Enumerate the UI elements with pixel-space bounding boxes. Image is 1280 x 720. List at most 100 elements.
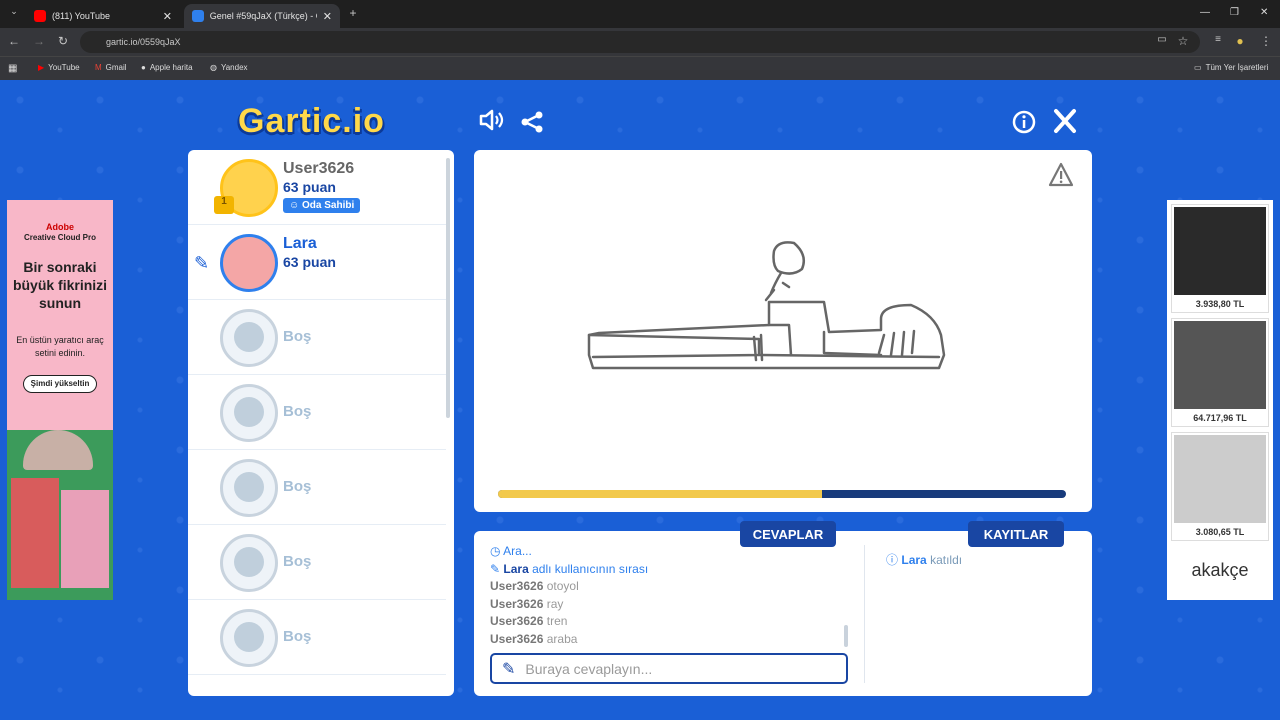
message-text: ray: [546, 596, 564, 611]
address-bar-row: ← → ↻ gartic.io/0559qJaX ▭ ☆ ≡ ● ⋮: [0, 28, 1280, 56]
message-user: User3626: [490, 631, 544, 646]
empty-label: Boş: [283, 478, 312, 495]
answer-message: User3626 otoyol: [490, 578, 848, 596]
bookmark-youtube[interactable]: ▶ YouTube: [38, 63, 80, 72]
sound-icon[interactable]: [478, 108, 504, 138]
minimize-icon[interactable]: —: [1200, 7, 1210, 18]
answer-message: ✎ Lara adlı kullanıcının sırası: [490, 561, 649, 576]
ad-product-card[interactable]: 64.717,96 TL: [1171, 318, 1269, 427]
tab-strip: ⌄ (811) YouTube ✕ Genel #59qJaX (Türkçe)…: [0, 0, 1280, 28]
tab-search-icon[interactable]: ⌄: [6, 6, 22, 17]
empty-label: Boş: [283, 553, 312, 570]
game-area: Gartic.io Adobe Creative Cloud Pro Bir s…: [0, 80, 1280, 720]
bookmark-apple-maps[interactable]: ● Apple harita: [141, 63, 193, 72]
close-window-icon[interactable]: ✕: [1260, 7, 1268, 18]
product-image: [1174, 321, 1266, 409]
url-bar[interactable]: gartic.io/0559qJaX: [80, 31, 1200, 53]
ad-headline: Bir sonraki büyük fikrinizi sunun: [12, 259, 108, 311]
bookmark-label: Gmail: [105, 63, 127, 72]
share-icon[interactable]: [520, 110, 544, 140]
forward-icon[interactable]: →: [31, 34, 47, 48]
folder-icon: ▭: [1194, 63, 1202, 72]
player-points: 63 puan: [283, 254, 336, 270]
youtube-icon: [34, 10, 46, 22]
bookmarks-bar: ▦ ▶ YouTube M Gmail ● Apple harita ◍ Yandex …: [0, 56, 1280, 80]
akakce-ad[interactable]: 3.938,80 TL 64.717,96 TL 3.080,65 TL aka…: [1167, 200, 1273, 600]
room-owner-badge: ☺ Oda Sahibi: [283, 198, 361, 213]
player-name: Lara: [283, 235, 317, 252]
akakce-logo: akakçe: [1191, 560, 1249, 580]
new-tab-button[interactable]: +: [345, 6, 361, 20]
adobe-ad[interactable]: Adobe Creative Cloud Pro Bir sonraki büy…: [7, 200, 113, 600]
bookmark-yandex[interactable]: ◍ Yandex: [210, 63, 248, 72]
message-text: otoyol: [546, 579, 579, 593]
gartic-icon: [192, 10, 204, 22]
tab-title: Genel #59qJaX (Türkçe) - Gartic: [209, 11, 317, 21]
globe-icon: ◍: [210, 63, 217, 72]
youtube-icon: ▶: [38, 63, 45, 72]
apps-icon[interactable]: ▦: [8, 63, 17, 74]
close-game-icon[interactable]: [1053, 108, 1077, 140]
message-text: tren: [546, 614, 568, 628]
gmail-icon: M: [95, 63, 102, 72]
player-name: User3626: [283, 160, 355, 177]
back-icon[interactable]: ←: [6, 34, 22, 48]
ad-product-card[interactable]: 3.080,65 TL: [1171, 432, 1269, 541]
install-icon[interactable]: ▭: [1154, 34, 1170, 45]
log-user: Lara: [901, 553, 927, 567]
player-list: 1 User3626 63 puan ☺ Oda Sahibi ✎ Lara 6…: [188, 150, 454, 696]
empty-slot: Boş: [188, 450, 446, 525]
product-image: [1174, 207, 1266, 295]
info-icon[interactable]: [1012, 110, 1036, 140]
pencil-icon: ✎: [194, 253, 210, 273]
log-text: katıldı: [930, 553, 963, 567]
empty-label: Boş: [283, 403, 312, 420]
profile-icon[interactable]: ●: [1232, 34, 1248, 48]
empty-slot: Boş: [188, 375, 446, 450]
star-icon[interactable]: ☆: [1175, 34, 1191, 48]
ad-brand: Adobe: [46, 222, 74, 232]
ad-body: En üstün yaratıcı araç setini edinin.: [16, 335, 104, 358]
message-user: Lara: [503, 561, 529, 576]
player-list-scrollbar[interactable]: [446, 158, 450, 418]
player-row[interactable]: 1 User3626 63 puan ☺ Oda Sahibi: [188, 150, 446, 225]
tab-gartic[interactable]: Genel #59qJaX (Türkçe) - Gartic ✕: [184, 4, 340, 28]
answer-input[interactable]: [525, 660, 826, 677]
reload-icon[interactable]: ↻: [55, 34, 71, 48]
user-icon: [234, 622, 264, 652]
panel-divider: [864, 545, 865, 683]
answers-list: ◷ Ara... ✎ Lara adlı kullanıcının sırası…: [490, 543, 848, 653]
tab-logs[interactable]: KAYITLAR: [968, 521, 1064, 547]
product-image: [1174, 435, 1266, 523]
tab-youtube[interactable]: (811) YouTube ✕: [26, 4, 180, 28]
user-icon: [234, 397, 264, 427]
restore-icon[interactable]: ❐: [1230, 7, 1239, 18]
all-bookmarks[interactable]: ▭ Tüm Yer İşaretleri: [1194, 63, 1268, 72]
bookmark-gmail[interactable]: M Gmail: [95, 63, 127, 72]
message-user: User3626: [490, 614, 544, 628]
menu-icon[interactable]: ⋮: [1258, 34, 1274, 48]
media-icon[interactable]: ≡: [1210, 34, 1226, 45]
product-price: 3.080,65 TL: [1195, 527, 1245, 537]
close-icon[interactable]: ✕: [163, 10, 172, 23]
empty-label: Boş: [283, 328, 312, 345]
player-row[interactable]: ✎ Lara 63 puan: [188, 225, 446, 300]
ad-cta-button[interactable]: Şimdi yükseltin: [23, 375, 97, 393]
bookmark-label: Yandex: [220, 63, 248, 72]
ad-product-card[interactable]: 3.938,80 TL: [1171, 204, 1269, 313]
avatar: [220, 234, 278, 292]
url-text: gartic.io/0559qJaX: [106, 37, 181, 47]
info-icon: ⓘ: [886, 553, 899, 567]
bookmark-label: Apple harita: [149, 63, 193, 72]
user-icon: [234, 547, 264, 577]
answer-input-box[interactable]: ✎: [490, 653, 848, 684]
report-icon[interactable]: [1048, 162, 1074, 188]
product-price: 64.717,96 TL: [1193, 413, 1247, 423]
drawing-sketch: [587, 241, 946, 370]
drawing-canvas[interactable]: [474, 150, 1092, 512]
answer-message: User3626 ray: [490, 596, 848, 614]
close-icon[interactable]: ✕: [323, 10, 332, 23]
answers-scrollbar[interactable]: [844, 625, 848, 647]
tab-title: (811) YouTube: [52, 11, 111, 21]
turn-timer-bar: [498, 490, 1066, 498]
